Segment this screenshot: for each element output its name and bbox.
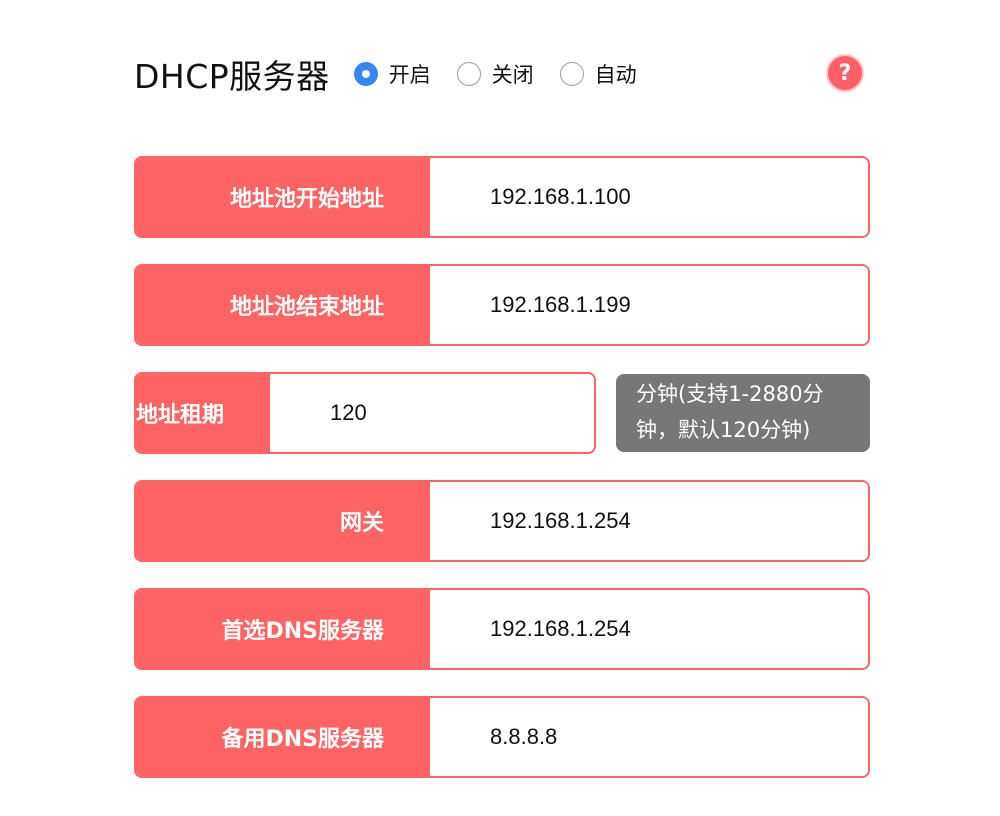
primary-dns-label: 首选DNS服务器 [136,590,430,668]
pool-start-label: 地址池开始地址 [136,158,430,236]
secondary-dns-label: 备用DNS服务器 [136,698,430,776]
pool-start-field: 地址池开始地址 [134,156,870,238]
gateway-input[interactable] [430,482,868,560]
lease-unit-tip: 分钟(支持1-2880分 钟，默认120分钟) [616,374,870,452]
dhcp-header: DHCP服务器 开启 关闭 自动 ? [134,48,870,100]
pool-end-label: 地址池结束地址 [136,266,430,344]
row-gateway: 网关 [134,480,870,562]
row-primary-dns: 首选DNS服务器 [134,588,870,670]
help-icon[interactable]: ? [828,56,862,90]
lease-field: 地址租期 [134,372,596,454]
radio-option-on[interactable]: 开启 [353,59,431,89]
row-pool-start: 地址池开始地址 [134,156,870,238]
secondary-dns-input[interactable] [430,698,868,776]
pool-start-input[interactable] [430,158,868,236]
row-pool-end: 地址池结束地址 [134,264,870,346]
radio-label-auto[interactable]: 自动 [595,59,637,89]
row-secondary-dns: 备用DNS服务器 [134,696,870,778]
radio-checked-icon[interactable] [353,62,378,86]
primary-dns-field: 首选DNS服务器 [134,588,870,670]
row-lease: 地址租期 分钟(支持1-2880分 钟，默认120分钟) [134,372,870,454]
dhcp-mode-radio-group: 开启 关闭 自动 [353,59,663,89]
pool-end-field: 地址池结束地址 [134,264,870,346]
page-title: DHCP服务器 [134,57,330,96]
lease-label: 地址租期 [136,374,271,452]
radio-unchecked-icon[interactable] [559,62,584,86]
gateway-label: 网关 [136,482,430,560]
pool-end-input[interactable] [430,266,868,344]
gateway-field: 网关 [134,480,870,562]
radio-label-off[interactable]: 关闭 [492,59,534,89]
radio-option-auto[interactable]: 自动 [559,59,637,89]
lease-input[interactable] [270,374,594,452]
radio-option-off[interactable]: 关闭 [456,59,534,89]
secondary-dns-field: 备用DNS服务器 [134,696,870,778]
radio-label-on[interactable]: 开启 [389,59,431,89]
radio-dot [361,70,370,78]
radio-unchecked-icon[interactable] [456,62,481,86]
primary-dns-input[interactable] [430,590,868,668]
